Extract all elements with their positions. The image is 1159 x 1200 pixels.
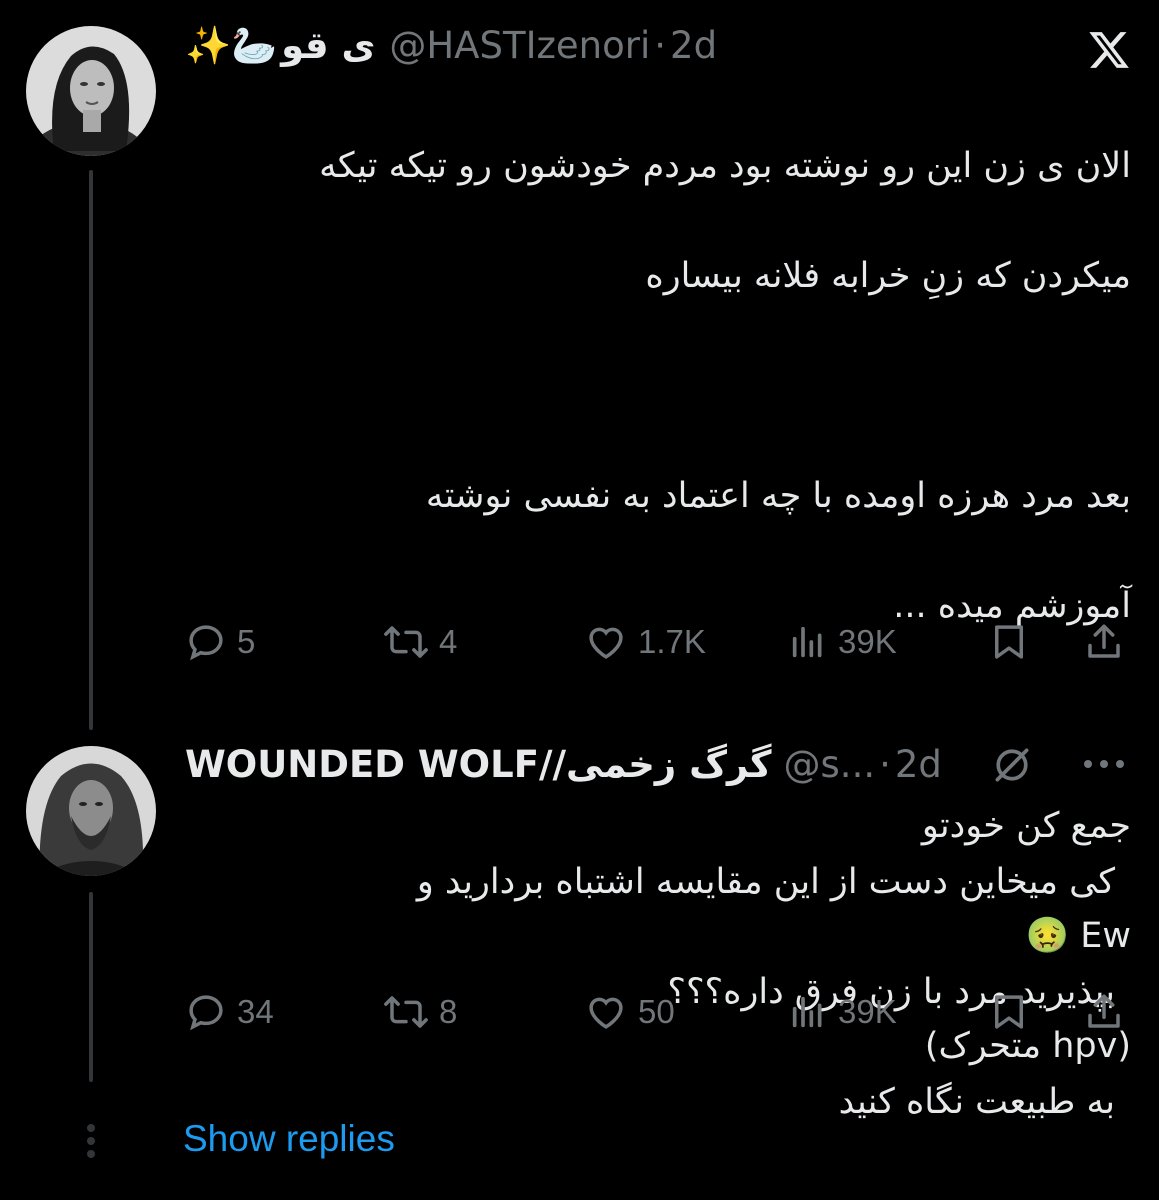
views-button[interactable]: 39K [788, 991, 897, 1033]
retweet-count: 8 [439, 993, 458, 1030]
tweet-line: میکردن که زنِ خرابه فلانه بیساره [645, 256, 1131, 296]
retweet-count: 4 [439, 623, 458, 660]
thread-line [89, 892, 93, 1082]
like-count: 50 [638, 993, 675, 1030]
tweet-header: WOUNDED WOLF//گرگ زخمی @s... · 2d [185, 743, 942, 787]
x-logo-icon[interactable] [1086, 28, 1132, 76]
views-count: 39K [838, 993, 897, 1030]
bookmark-icon [995, 625, 1023, 659]
muted-slash-icon[interactable] [990, 743, 1034, 791]
retweet-icon [384, 996, 428, 1028]
tweet-actions: 34 8 50 39K [185, 990, 1130, 1034]
more-replies-dots [87, 1124, 95, 1158]
share-button[interactable] [1083, 621, 1125, 663]
share-icon [1088, 624, 1120, 658]
reply-count: 34 [237, 993, 274, 1030]
show-replies-link[interactable]: Show replies [183, 1118, 395, 1160]
share-icon [1088, 994, 1120, 1028]
thread-line [89, 170, 93, 730]
like-icon [589, 997, 623, 1029]
views-count: 39K [838, 623, 897, 660]
retweet-button[interactable]: 8 [383, 991, 457, 1033]
like-button[interactable]: 1.7K [584, 621, 706, 663]
author-handle[interactable]: @s... [784, 743, 876, 787]
more-icon[interactable] [1080, 746, 1128, 786]
bookmark-icon [995, 995, 1023, 1029]
separator-dot: · [879, 743, 891, 786]
bookmark-button[interactable] [988, 991, 1030, 1033]
author-name[interactable]: WOUNDED WOLF//گرگ زخمی [185, 743, 772, 787]
like-icon [589, 627, 623, 659]
views-icon [792, 626, 822, 658]
views-icon [792, 996, 822, 1028]
tweet-time[interactable]: 2d [895, 743, 942, 787]
author-handle[interactable]: @HASTIzenori [389, 24, 650, 68]
avatar[interactable] [26, 26, 156, 156]
share-button[interactable] [1083, 991, 1125, 1033]
reply-icon [189, 995, 223, 1031]
separator-dot: · [654, 24, 667, 67]
avatar[interactable] [26, 746, 156, 876]
tweet-line: الان ی زن این رو نوشته بود مردم خودشون ر… [319, 146, 1131, 186]
like-button[interactable]: 50 [584, 991, 675, 1033]
tweet-line: کی میخاین دست از این مقایسه اشتباه بردار… [416, 862, 1115, 902]
reply-button[interactable]: 34 [185, 991, 274, 1033]
like-count: 1.7K [638, 623, 706, 660]
bookmark-button[interactable] [988, 621, 1030, 663]
views-button[interactable]: 39K [788, 621, 897, 663]
tweet-header: ✨🦢 ی قو @HASTIzenori · 2d [185, 24, 717, 68]
tweet-time[interactable]: 2d [670, 24, 717, 68]
tweet-actions: 5 4 1.7K 39K [185, 620, 1130, 664]
tweet-line: بعد مرد هرزه اومده با چه اعتماد به نفسی … [425, 476, 1131, 516]
retweet-icon [384, 626, 428, 658]
retweet-button[interactable]: 4 [383, 621, 457, 663]
reply-button[interactable]: 5 [185, 621, 255, 663]
author-name[interactable]: ✨🦢 ی قو [185, 24, 379, 68]
reply-count: 5 [237, 623, 256, 660]
reply-icon [189, 625, 223, 661]
